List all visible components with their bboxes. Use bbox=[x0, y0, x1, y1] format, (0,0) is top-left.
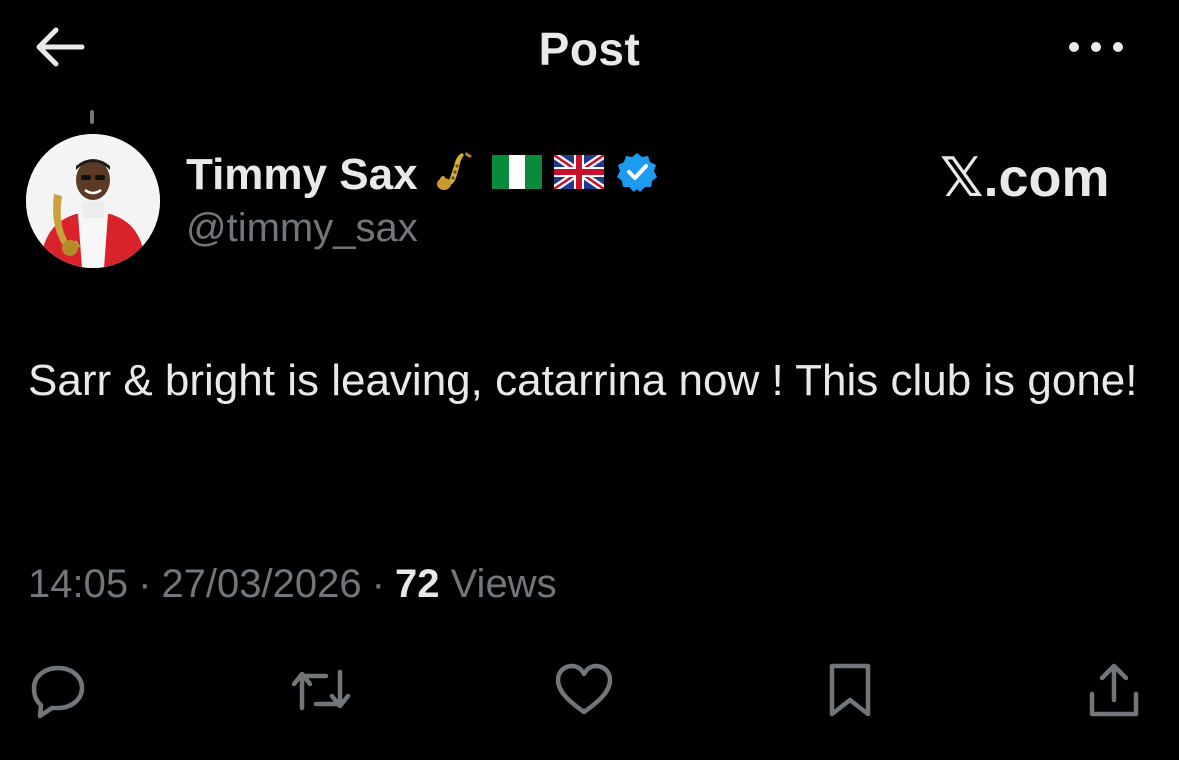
uk-flag-icon bbox=[554, 155, 604, 189]
share-button[interactable] bbox=[1082, 660, 1146, 720]
like-button[interactable] bbox=[552, 660, 616, 720]
meta-separator: · bbox=[371, 562, 385, 606]
reply-button[interactable] bbox=[26, 660, 90, 720]
post-text: Sarr & bright is leaving, catarrina now … bbox=[28, 356, 1138, 405]
post-date: 27/03/2026 bbox=[161, 562, 362, 606]
post-meta: 14:05 · 27/03/2026 · 72 Views bbox=[28, 562, 557, 607]
meta-separator: · bbox=[138, 562, 152, 606]
x-com-watermark: 𝕏.com bbox=[940, 146, 1110, 209]
repost-button[interactable] bbox=[286, 660, 351, 720]
views-count[interactable]: 72 bbox=[395, 562, 440, 606]
page-title: Post bbox=[538, 23, 641, 75]
author-handle[interactable]: @timmy_sax bbox=[186, 206, 418, 251]
thread-connector bbox=[90, 110, 94, 124]
avatar-image bbox=[26, 134, 160, 268]
name-badges bbox=[432, 148, 670, 196]
avatar[interactable] bbox=[26, 134, 160, 268]
reply-icon bbox=[31, 665, 85, 719]
author-display-name[interactable]: Timmy Sax bbox=[186, 150, 418, 200]
share-icon bbox=[1089, 663, 1139, 717]
bookmark-button[interactable] bbox=[818, 660, 882, 720]
nigeria-flag-icon bbox=[492, 155, 542, 189]
post-time: 14:05 bbox=[28, 562, 129, 606]
x-logo-glyph: 𝕏 bbox=[940, 146, 984, 209]
like-icon bbox=[555, 663, 613, 715]
verified-badge-icon bbox=[617, 153, 657, 192]
more-options-button[interactable] bbox=[1064, 30, 1128, 64]
views-label[interactable]: Views bbox=[451, 562, 557, 606]
bookmark-icon bbox=[829, 663, 871, 717]
more-dots-icon bbox=[1069, 42, 1123, 52]
watermark-domain: .com bbox=[983, 148, 1110, 208]
repost-icon bbox=[291, 669, 351, 711]
saxophone-icon bbox=[437, 152, 472, 190]
